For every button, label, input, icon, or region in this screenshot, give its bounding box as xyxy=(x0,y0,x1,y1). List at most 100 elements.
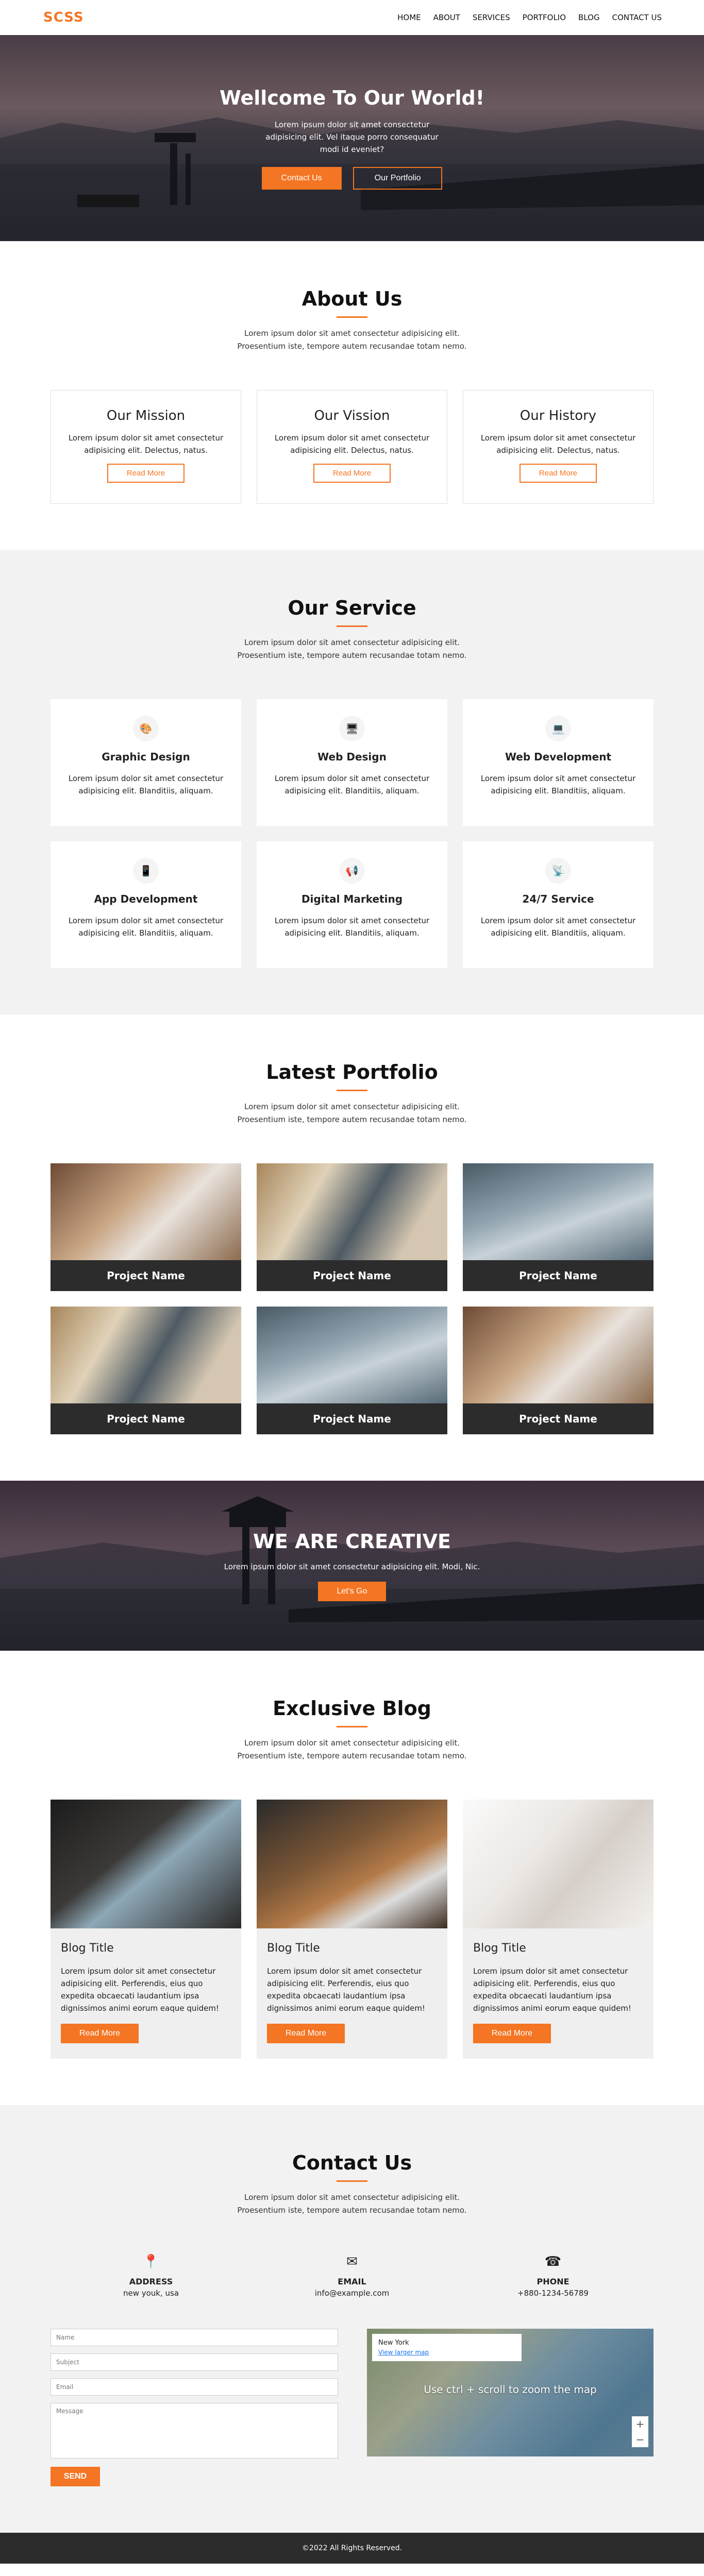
nav-blog[interactable]: BLOG xyxy=(578,13,600,22)
blog-image xyxy=(463,1800,653,1928)
blog-card-text: Lorem ipsum dolor sit amet consectetur a… xyxy=(473,1967,631,2013)
service-card-title: Graphic Design xyxy=(102,751,190,763)
portfolio-image xyxy=(257,1307,447,1403)
about-card-title: Our History xyxy=(519,408,597,423)
zoom-out-icon[interactable]: − xyxy=(636,2432,645,2447)
service-card-text: Lorem ipsum dolor sit amet consectetur a… xyxy=(480,916,636,938)
email-field[interactable] xyxy=(51,2378,338,2396)
contact-title: Contact Us xyxy=(292,2151,412,2174)
nav-portfolio[interactable]: PORTFOLIO xyxy=(523,13,566,22)
read-more-button[interactable]: Read More xyxy=(267,2024,345,2043)
blog-card: Blog Title Lorem ipsum dolor sit amet co… xyxy=(463,1800,653,2059)
ad-icon: 📢 xyxy=(339,858,365,884)
envelope-icon: ✉ xyxy=(346,2254,358,2269)
contact-form: SEND xyxy=(51,2329,338,2486)
blog-title: Exclusive Blog xyxy=(273,1697,431,1720)
send-button[interactable]: SEND xyxy=(51,2467,100,2486)
blog-card: Blog Title Lorem ipsum dolor sit amet co… xyxy=(51,1800,241,2059)
about-card-text: Lorem ipsum dolor sit amet consectetur a… xyxy=(68,433,224,455)
service-card-title: Digital Marketing xyxy=(301,893,403,905)
hero-text: Lorem ipsum dolor sit amet consectetur a… xyxy=(265,120,439,154)
title-underline xyxy=(337,1726,367,1727)
portfolio-item-name: Project Name xyxy=(257,1403,447,1434)
map-zoom-controls: + − xyxy=(632,2416,648,2447)
read-more-button[interactable]: Read More xyxy=(473,2024,551,2043)
creative-text: Lorem ipsum dolor sit amet consectetur a… xyxy=(224,1562,480,1571)
read-more-button[interactable]: Read More xyxy=(61,2024,139,2043)
phone-info: ☎ PHONE +880-1234-56789 xyxy=(452,2254,653,2298)
email-label: EMAIL xyxy=(338,2277,366,2286)
our-portfolio-button[interactable]: Our Portfolio xyxy=(353,167,443,190)
about-card-history: Our History Lorem ipsum dolor sit amet c… xyxy=(463,390,653,504)
creative-banner: WE ARE CREATIVE Lorem ipsum dolor sit am… xyxy=(0,1481,704,1651)
nav-home[interactable]: HOME xyxy=(397,13,421,22)
portfolio-item[interactable]: Project Name xyxy=(51,1307,241,1434)
portfolio-image xyxy=(51,1163,241,1260)
map-place-name: New York xyxy=(378,2339,409,2347)
contact-subtitle: Lorem ipsum dolor sit amet consectetur a… xyxy=(237,2193,467,2215)
creative-content: WE ARE CREATIVE Lorem ipsum dolor sit am… xyxy=(224,1530,480,1601)
about-subtitle: Lorem ipsum dolor sit amet consectetur a… xyxy=(237,329,467,351)
service-card-text: Lorem ipsum dolor sit amet consectetur a… xyxy=(480,774,636,795)
about-card-title: Our Vission xyxy=(314,408,390,423)
service-section: Our Service Lorem ipsum dolor sit amet c… xyxy=(0,550,704,1014)
message-field[interactable] xyxy=(51,2403,338,2459)
email-info: ✉ EMAIL info@example.com xyxy=(252,2254,452,2298)
portfolio-title: Latest Portfolio xyxy=(266,1061,438,1083)
about-section: About Us Lorem ipsum dolor sit amet cons… xyxy=(0,241,704,550)
portfolio-item[interactable]: Project Name xyxy=(51,1163,241,1291)
phone-value: +880-1234-56789 xyxy=(517,2289,589,2298)
email-value: info@example.com xyxy=(314,2289,390,2298)
logo[interactable]: SCSS xyxy=(43,10,84,25)
hero-buttons: Contact Us Our Portfolio xyxy=(261,167,443,190)
portfolio-item[interactable]: Project Name xyxy=(257,1163,447,1291)
service-card-title: 24/7 Service xyxy=(522,893,594,905)
portfolio-subtitle: Lorem ipsum dolor sit amet consectetur a… xyxy=(237,1102,467,1124)
about-cards: Our Mission Lorem ipsum dolor sit amet c… xyxy=(51,390,653,504)
service-card: 📱 App Development Lorem ipsum dolor sit … xyxy=(51,841,241,968)
about-card-vission: Our Vission Lorem ipsum dolor sit amet c… xyxy=(257,390,447,504)
contact-us-button[interactable]: Contact Us xyxy=(261,167,342,190)
nav-services[interactable]: SERVICES xyxy=(473,13,510,22)
portfolio-item[interactable]: Project Name xyxy=(463,1163,653,1291)
portfolio-item[interactable]: Project Name xyxy=(463,1307,653,1434)
about-card-text: Lorem ipsum dolor sit amet consectetur a… xyxy=(480,433,636,455)
service-card: 💻 Web Development Lorem ipsum dolor sit … xyxy=(463,699,653,826)
nav-contact[interactable]: CONTACT US xyxy=(612,13,662,22)
mobile-icon: 📱 xyxy=(133,858,159,884)
blog-body: Blog Title Lorem ipsum dolor sit amet co… xyxy=(51,1928,241,2059)
blog-body: Blog Title Lorem ipsum dolor sit amet co… xyxy=(257,1928,447,2059)
blog-card-text: Lorem ipsum dolor sit amet consectetur a… xyxy=(267,1967,425,2013)
contact-info: 📍 ADDRESS new youk, usa ✉ EMAIL info@exa… xyxy=(51,2254,653,2298)
zoom-in-icon[interactable]: + xyxy=(636,2416,645,2432)
blog-card-title: Blog Title xyxy=(61,1942,114,1955)
read-more-button[interactable]: Read More xyxy=(107,464,185,483)
nav-about[interactable]: ABOUT xyxy=(433,13,460,22)
read-more-button[interactable]: Read More xyxy=(313,464,391,483)
laptop-icon: 💻 xyxy=(545,716,571,741)
map-zoom-hint: Use ctrl + scroll to zoom the map xyxy=(424,2383,597,2396)
hero-title: Wellcome To Our World! xyxy=(219,87,485,109)
portfolio-item-name: Project Name xyxy=(51,1260,241,1291)
main-nav: HOME ABOUT SERVICES PORTFOLIO BLOG CONTA… xyxy=(397,13,662,22)
portfolio-image xyxy=(463,1307,653,1403)
desktop-icon: 🖥 xyxy=(339,716,365,741)
portfolio-item[interactable]: Project Name xyxy=(257,1307,447,1434)
service-grid: 🎨 Graphic Design Lorem ipsum dolor sit a… xyxy=(51,699,653,968)
portfolio-item-name: Project Name xyxy=(463,1403,653,1434)
about-title: About Us xyxy=(301,287,403,310)
portfolio-image xyxy=(257,1163,447,1260)
service-card-text: Lorem ipsum dolor sit amet consectetur a… xyxy=(274,774,430,795)
blog-image xyxy=(51,1800,241,1928)
map-embed[interactable]: New York View larger map Use ctrl + scro… xyxy=(367,2329,653,2456)
title-underline xyxy=(337,625,367,627)
blog-image xyxy=(257,1800,447,1928)
view-larger-map-link[interactable]: View larger map xyxy=(378,2349,515,2356)
service-title: Our Service xyxy=(288,597,416,619)
subject-field[interactable] xyxy=(51,2353,338,2371)
map-marker-icon: 📍 xyxy=(142,2254,160,2269)
name-field[interactable] xyxy=(51,2329,338,2346)
lets-go-button[interactable]: Let's Go xyxy=(318,1582,386,1601)
portfolio-section: Latest Portfolio Lorem ipsum dolor sit a… xyxy=(0,1014,704,1481)
read-more-button[interactable]: Read More xyxy=(519,464,597,483)
